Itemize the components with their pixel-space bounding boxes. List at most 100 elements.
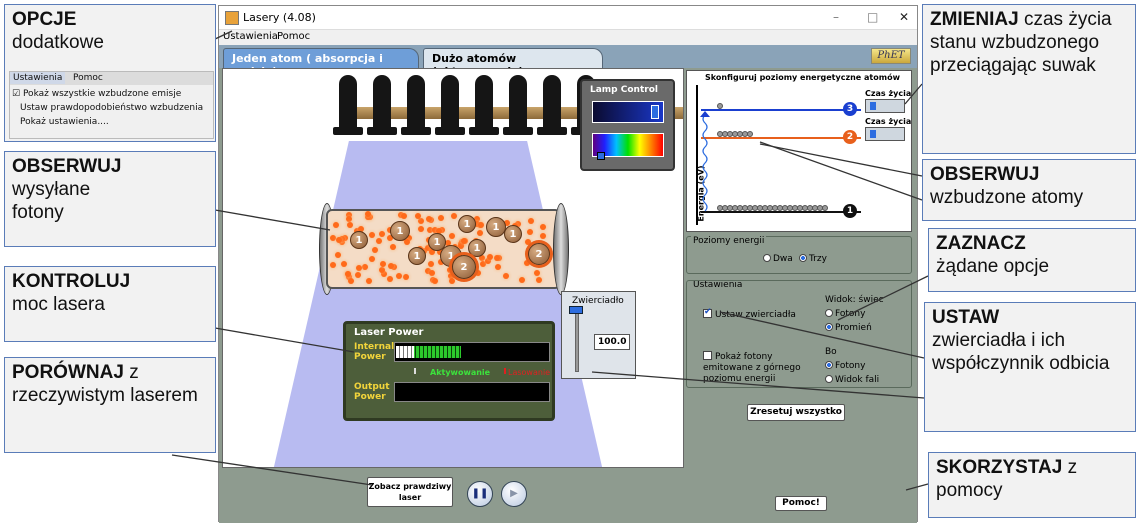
photon [534, 270, 540, 276]
reset-all-button[interactable]: Zresetuj wszystko [747, 404, 845, 421]
tube-atom: 1 [390, 221, 410, 241]
radio-two-levels[interactable]: Dwa [763, 254, 793, 264]
photon [426, 216, 432, 222]
bottom-control-bar: Zobacz prawdziwy laser ❚❚ ▶ Pomoc! [219, 468, 917, 523]
photon [536, 277, 542, 283]
mirror-reflectivity-value[interactable]: 100.0 [594, 334, 630, 350]
output-power-label: Output Power [354, 382, 390, 402]
maximize-button[interactable]: □ [867, 10, 878, 24]
photon [418, 226, 424, 232]
close-button[interactable]: ✕ [899, 10, 909, 24]
callout-change-lifetime-bold: ZMIENIAJ [930, 9, 1019, 30]
radio-view2-photons[interactable]: Fotony [825, 361, 865, 371]
options-menu-help[interactable]: Pomoc [70, 72, 106, 84]
mirror-reflectivity-panel: Zwierciadło 100.0 [561, 291, 636, 379]
minimize-button[interactable]: – [833, 10, 839, 24]
radio-three-levels[interactable]: Trzy [799, 254, 827, 264]
radio-view2-photons-dot[interactable] [825, 361, 833, 369]
radio-view-photons-dot[interactable] [825, 309, 833, 317]
radio-view-beam-dot[interactable] [825, 323, 833, 331]
tube-atom: 1 [350, 231, 368, 249]
lamp-intensity-slider[interactable] [592, 101, 664, 123]
lasing-label: Lasowanie [508, 368, 551, 377]
photon [477, 230, 483, 236]
radio-three-label: Trzy [809, 254, 827, 264]
callout-options-text: dodatkowe [12, 32, 104, 53]
step-button[interactable]: ▶ [501, 481, 527, 507]
level-2-lifetime-slider[interactable] [865, 127, 905, 141]
photon [365, 211, 371, 217]
tab-many-atoms[interactable]: Dużo atomów (aktywowanie) [423, 48, 603, 78]
photon [494, 255, 500, 261]
photon [428, 261, 434, 267]
menu-help[interactable]: Pomoc [277, 31, 310, 42]
photon [429, 270, 435, 276]
level-3-lifetime-slider[interactable] [865, 99, 905, 113]
window-title: Lasery (4.08) [243, 11, 316, 24]
radio-two-dot[interactable] [763, 254, 771, 262]
photon [390, 244, 396, 250]
menu-settings[interactable]: Ustawienia [223, 31, 278, 42]
callout-control-power: KONTROLUJ moc lasera [4, 266, 216, 342]
tab-single-atom[interactable]: Jeden atom ( absorpcja i emisja) [223, 48, 419, 78]
radio-view-photons[interactable]: Fotony [825, 309, 865, 319]
mirrors-checkbox-box[interactable] [703, 307, 712, 318]
callout-select-options: ZAZNACZ żądane opcje [928, 228, 1136, 292]
mirror-reflectivity-knob[interactable] [569, 306, 583, 314]
lamp-intensity-knob[interactable] [651, 105, 659, 119]
callout-control-power-text: moc lasera [12, 294, 105, 315]
photon [519, 277, 525, 283]
level-atom [822, 205, 828, 211]
photon [380, 261, 386, 267]
pump-lamp [367, 75, 397, 135]
level-3-lifetime-label: Czas życia [865, 89, 912, 98]
energy-diagram-title: Skonfiguruj poziomy energetyczne atomów [705, 73, 900, 82]
options-menu-settings[interactable]: Ustawienia [10, 72, 66, 84]
radio-view-photons-label: Fotony [835, 309, 866, 319]
level-2-badge[interactable]: 2 [843, 130, 857, 144]
photons-checkbox-box[interactable] [703, 351, 712, 360]
photon [355, 272, 361, 278]
level-1-badge[interactable]: 1 [843, 204, 857, 218]
real-laser-button[interactable]: Zobacz prawdziwy laser [367, 477, 453, 507]
tube-atom: 2 [452, 255, 476, 279]
options-menu-item-1[interactable]: ☑ Pokaż wszystkie wzbudzone emisje [12, 88, 181, 100]
mirrors-checkbox[interactable]: Ustaw zwierciadła [703, 307, 796, 320]
photon [449, 233, 455, 239]
photon [387, 276, 393, 282]
lasing-marker [504, 368, 506, 374]
photons-checkbox[interactable]: Pokaż fotony emitowane z górnego poziomu… [703, 351, 813, 385]
settings-group: Ustawienia Ustaw zwierciadła Pokaż foton… [686, 280, 912, 388]
mirror-reflectivity-slider[interactable] [575, 308, 579, 372]
level-3-badge[interactable]: 3 [843, 102, 857, 116]
photon [540, 224, 546, 230]
options-menu-item-3[interactable]: Pokaż ustawienia.... [20, 116, 109, 128]
lamp-wavelength-spectrum[interactable] [592, 133, 664, 160]
energy-levels-title: Poziomy energii [691, 236, 767, 246]
pump-lamp [435, 75, 465, 135]
wavelength-knob[interactable] [597, 152, 605, 160]
level-2-line [701, 137, 861, 139]
radio-view2-wave[interactable]: Widok fali [825, 375, 879, 385]
radio-three-dot[interactable] [799, 254, 807, 262]
photon [403, 274, 409, 280]
photon [388, 263, 394, 269]
photon [401, 213, 407, 219]
photon [404, 239, 410, 245]
options-menu-bar: Ustawienia Pomoc [10, 72, 213, 85]
photon [379, 267, 385, 273]
help-button[interactable]: Pomoc! [775, 496, 827, 511]
photon [528, 218, 534, 224]
tab-strip: Jeden atom ( absorpcja i emisja) Dużo at… [219, 45, 917, 78]
photon [527, 229, 533, 235]
callout-select-options-bold: ZAZNACZ [936, 233, 1026, 254]
pause-button[interactable]: ❚❚ [467, 481, 493, 507]
pump-lamp [537, 75, 567, 135]
radio-view-beam[interactable]: Promień [825, 323, 872, 333]
radio-view2-wave-dot[interactable] [825, 375, 833, 383]
photon [540, 233, 546, 239]
tube-atom: 2 [528, 243, 550, 265]
options-menu-item-2[interactable]: Ustaw prawdopodobieństwo wzbudzenia [20, 102, 203, 114]
phet-logo: PhET [871, 48, 911, 64]
callout-options-bold: OPCJE [12, 9, 77, 30]
